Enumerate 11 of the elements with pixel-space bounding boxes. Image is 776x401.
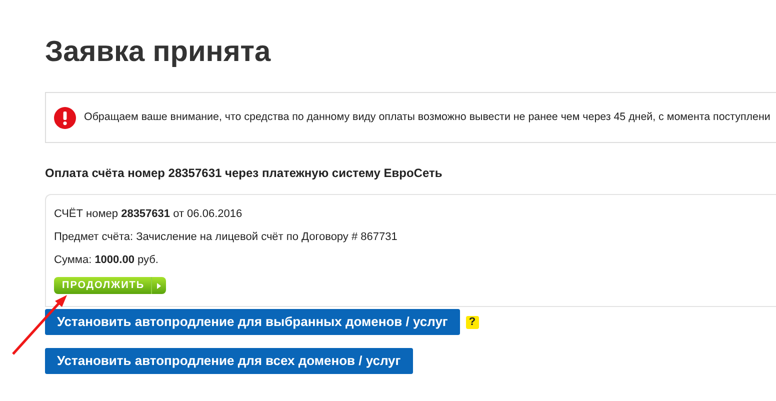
- invoice-sum: Сумма: 1000.00 руб.: [54, 253, 158, 267]
- autorenew-button[interactable]: Установить автопродление для всех доменов / услуг: [45, 348, 413, 374]
- invoice-subject: Предмет счёта: Зачисление на лицевой счёт по Договору # 867731: [54, 230, 398, 244]
- help-badge[interactable]: ?: [466, 316, 479, 328]
- notice-text: Обращаем ваше внимание, что средства по данному виду оплаты возможно вывести не ранее чем через 45 дней, с момента поступлени: [84, 110, 770, 126]
- autorenew-button[interactable]: Установить автопродление для выбранных доменов / услуг: [45, 309, 460, 335]
- invoice-number: СЧЁТ номер 28357631 от 06.06.2016: [54, 207, 242, 221]
- payment-heading: Оплата счёта номер 28357631 через платежную систему ЕвроСеть: [45, 165, 442, 182]
- warning-icon: [54, 106, 76, 128]
- play-icon: [156, 282, 161, 288]
- page-title: Заявка принята: [45, 35, 271, 70]
